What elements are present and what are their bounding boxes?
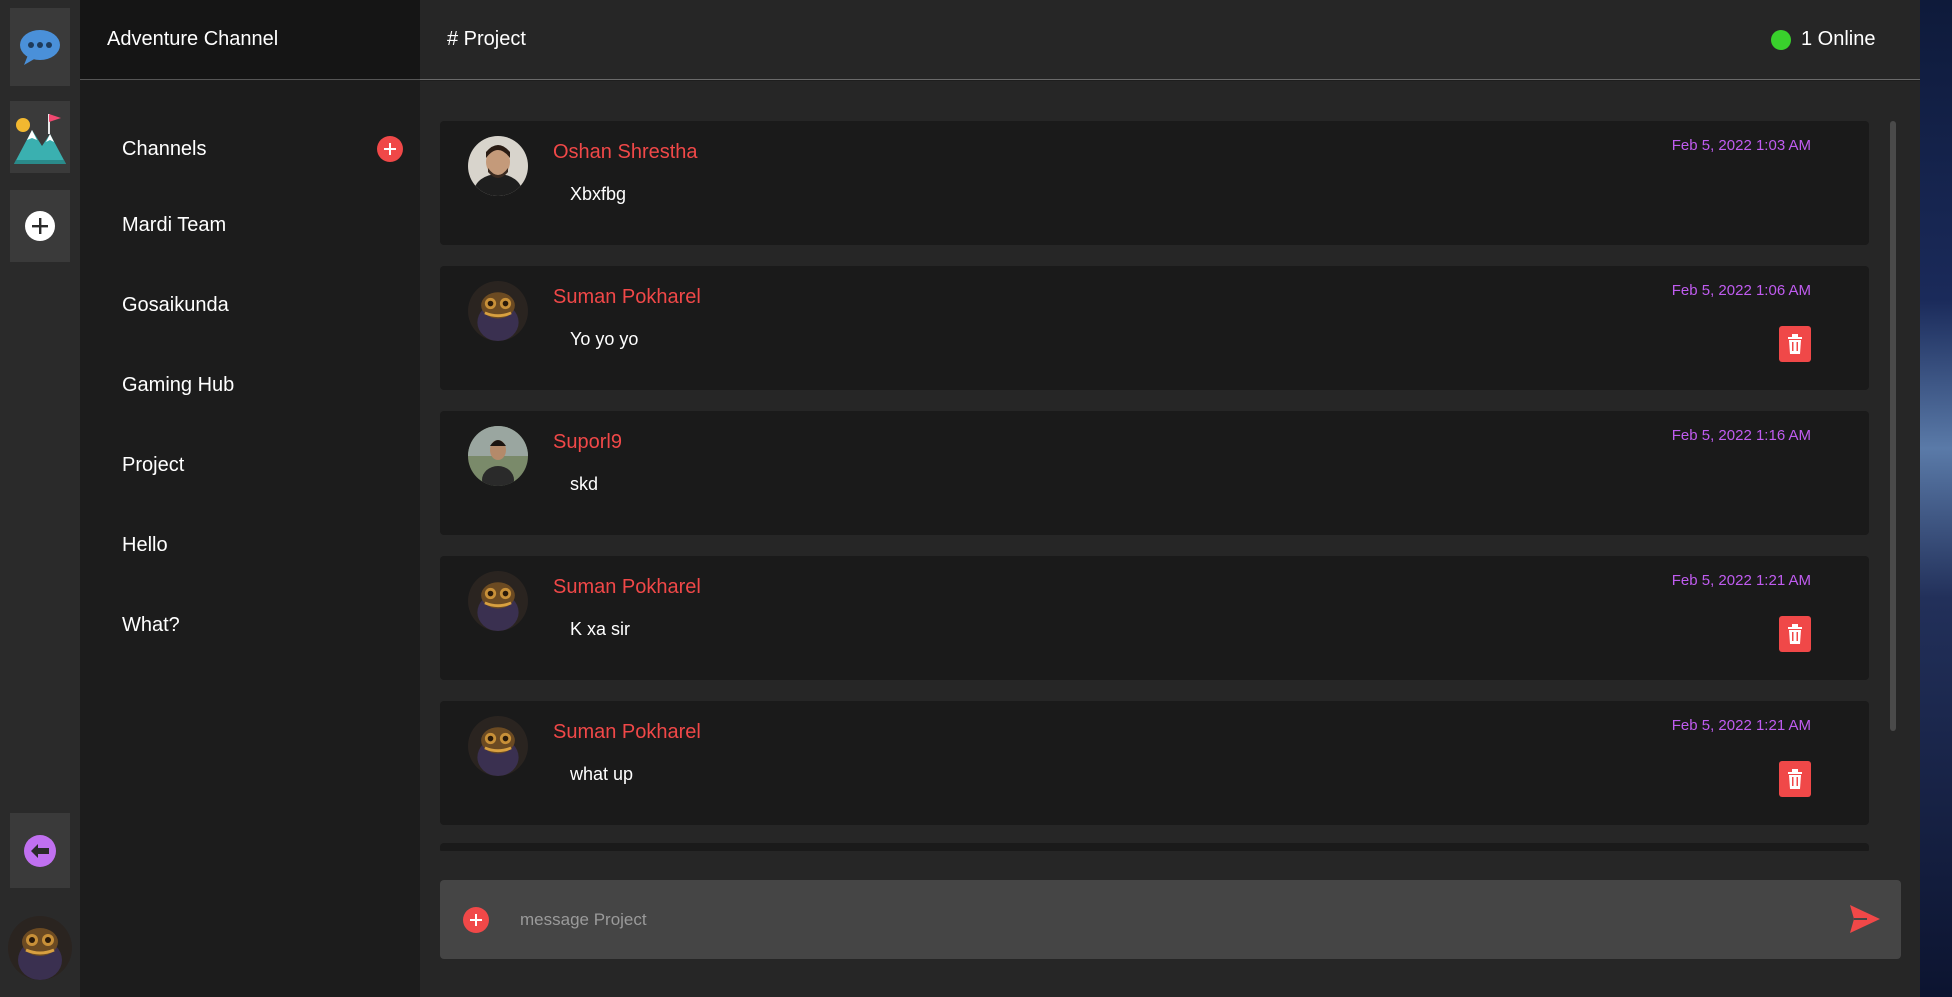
- send-button[interactable]: [1849, 904, 1881, 939]
- plus-icon: [384, 143, 396, 155]
- trash-icon: [1788, 624, 1802, 644]
- delete-message-button[interactable]: [1779, 326, 1811, 362]
- message-scrollbar[interactable]: [1890, 121, 1896, 731]
- message-timestamp: Feb 5, 2022 1:03 AM: [1671, 137, 1811, 154]
- avatar-photo: [468, 281, 528, 341]
- add-server-icon: [25, 211, 55, 241]
- message-text: skd: [570, 474, 599, 494]
- online-dot-icon: [1771, 29, 1791, 50]
- message-text: Yo yo yo: [570, 329, 639, 349]
- add-channel-button[interactable]: [377, 136, 403, 162]
- user-avatar[interactable]: [8, 916, 72, 980]
- message-avatar[interactable]: [468, 716, 528, 776]
- server-rail: [0, 0, 80, 997]
- server-header: Adventure Channel: [80, 0, 420, 80]
- message-card: Suman Pokharel Feb 5, 2022 1:06 AM Yo yo…: [440, 266, 1869, 390]
- trash-icon: [1788, 334, 1802, 354]
- attach-button[interactable]: [463, 907, 489, 933]
- trash-icon: [1788, 769, 1802, 789]
- message-author[interactable]: Suman Pokharel: [553, 576, 701, 599]
- channels-heading: Channels: [122, 138, 207, 160]
- message-card: Suman Pokharel Feb 5, 2022 1:21 AM K xa …: [440, 556, 1869, 680]
- message-card-partial: [440, 843, 1869, 851]
- message-timestamp: Feb 5, 2022 1:21 AM: [1671, 717, 1811, 734]
- message-author[interactable]: Suman Pokharel: [553, 286, 701, 309]
- avatar-photo: [468, 571, 528, 631]
- mountain-flag-icon: [14, 114, 66, 164]
- message-author[interactable]: Oshan Shrestha: [553, 141, 698, 164]
- message-timestamp: Feb 5, 2022 1:16 AM: [1671, 427, 1811, 444]
- home-button[interactable]: [10, 8, 70, 86]
- message-card: Suporl9 Feb 5, 2022 1:16 AM skd: [440, 411, 1869, 535]
- message-avatar[interactable]: [468, 281, 528, 341]
- channel-item[interactable]: Mardi Team: [122, 214, 226, 237]
- send-icon: [1850, 905, 1880, 933]
- avatar-photo: [468, 716, 528, 776]
- server-name: Adventure Channel: [107, 28, 279, 50]
- channel-title: # Project: [447, 28, 526, 50]
- channel-sidebar: Adventure Channel Channels Mardi Team Go…: [80, 0, 420, 997]
- channel-item[interactable]: Project: [122, 454, 184, 477]
- message-avatar[interactable]: [468, 136, 528, 196]
- avatar-photo: [468, 426, 528, 486]
- message-card: Suman Pokharel Feb 5, 2022 1:21 AM what …: [440, 701, 1869, 825]
- message-text: K xa sir: [570, 619, 631, 639]
- message-input[interactable]: [520, 898, 1780, 942]
- channel-item[interactable]: Gosaikunda: [122, 294, 229, 317]
- message-avatar[interactable]: [468, 426, 528, 486]
- online-status: 1 Online: [1771, 28, 1876, 51]
- channel-item[interactable]: What?: [122, 614, 180, 637]
- message-list[interactable]: Oshan Shrestha Feb 5, 2022 1:03 AM Xbxfb…: [420, 81, 1920, 851]
- message-card: Oshan Shrestha Feb 5, 2022 1:03 AM Xbxfb…: [440, 121, 1869, 245]
- plus-icon: [470, 914, 482, 926]
- message-text: Xbxfbg: [570, 184, 627, 204]
- add-server-button[interactable]: [10, 190, 70, 262]
- user-avatar-image: [8, 916, 72, 980]
- channel-item[interactable]: Gaming Hub: [122, 374, 234, 397]
- logout-icon: [24, 834, 56, 867]
- channel-item[interactable]: Hello: [122, 534, 168, 557]
- message-avatar[interactable]: [468, 571, 528, 631]
- message-timestamp: Feb 5, 2022 1:06 AM: [1671, 282, 1811, 299]
- background-wallpaper: [1920, 0, 1952, 997]
- logout-button[interactable]: [10, 813, 70, 888]
- online-count: 1 Online: [1801, 28, 1876, 50]
- server-adventure-channel[interactable]: [10, 101, 70, 173]
- message-author[interactable]: Suporl9: [553, 431, 622, 454]
- delete-message-button[interactable]: [1779, 761, 1811, 797]
- message-text: what up: [570, 764, 634, 784]
- chat-bubble-icon: [20, 30, 60, 65]
- avatar-photo: [468, 136, 528, 196]
- message-composer: [440, 880, 1901, 959]
- message-timestamp: Feb 5, 2022 1:21 AM: [1671, 572, 1811, 589]
- message-author[interactable]: Suman Pokharel: [553, 721, 701, 744]
- channel-topbar: # Project 1 Online: [420, 0, 1920, 80]
- delete-message-button[interactable]: [1779, 616, 1811, 652]
